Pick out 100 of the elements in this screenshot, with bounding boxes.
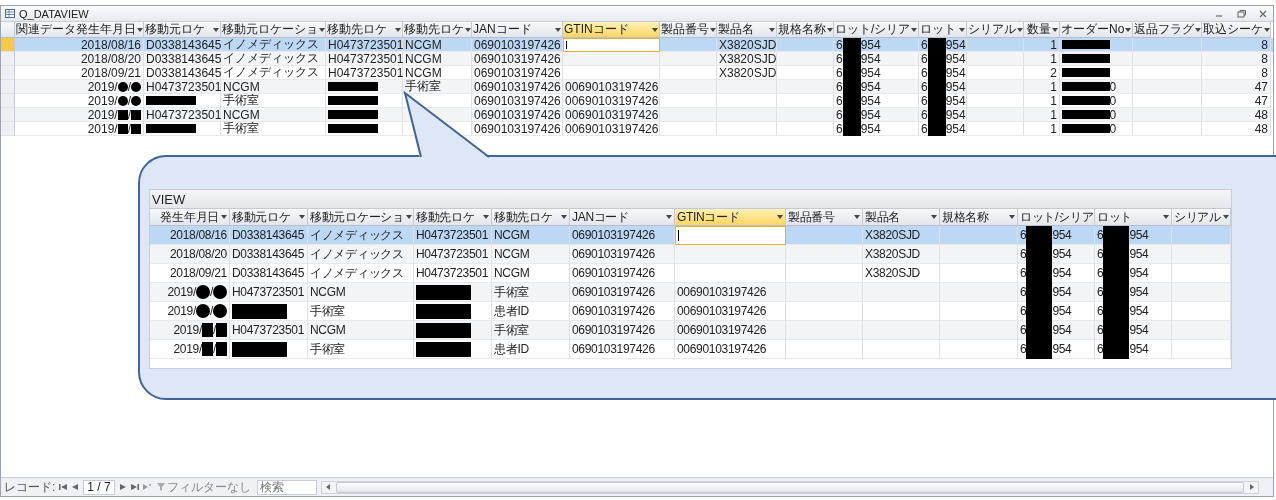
table-row[interactable]: 2018/08/16 D0338143645 イノメディックス H0473723501 NCGM 0690103197426 X3820SJD 6 954 6 954 1 8 bbox=[1, 38, 1273, 52]
scroll-right-icon[interactable] bbox=[1248, 483, 1256, 491]
column-header[interactable]: ロット bbox=[919, 22, 967, 38]
first-record-icon[interactable] bbox=[59, 483, 68, 491]
column-header[interactable]: 移動先ロケ bbox=[414, 209, 492, 226]
table-row[interactable]: 2018/09/21 D0338143645 イノメディックス H0473723501 NCGM 0690103197426 X3820SJD 6 954 6 954 bbox=[150, 264, 1231, 283]
table-row[interactable]: 2019/ / H0473723501 NCGM 0690103197426 00690103197426 6 954 6 954 1 0 48 bbox=[1, 108, 1273, 122]
dropdown-arrow-icon[interactable] bbox=[1017, 27, 1023, 32]
dropdown-arrow-icon[interactable] bbox=[555, 27, 561, 32]
dropdown-arrow-icon[interactable] bbox=[854, 215, 860, 219]
table-row[interactable]: 2019/ / 手術室 0690103197426 00690103197426 6 954 6 954 1 0 47 bbox=[1, 94, 1273, 108]
dropdown-arrow-icon[interactable] bbox=[931, 215, 937, 219]
column-header[interactable]: ロット/シリア bbox=[834, 22, 919, 38]
column-header[interactable]: 移動先ロケ bbox=[403, 22, 472, 38]
redaction-block bbox=[232, 341, 287, 357]
edit-field[interactable] bbox=[563, 38, 660, 52]
column-header[interactable]: 取込シーケ bbox=[1202, 22, 1271, 38]
dropdown-arrow-icon[interactable] bbox=[405, 215, 412, 219]
table-row[interactable]: 2018/08/20 D0338143645 イノメディックス H0473723501 NCGM 0690103197426 X3820SJD 6 954 6 954 1 8 bbox=[1, 52, 1273, 66]
dropdown-arrow-icon[interactable] bbox=[561, 215, 567, 219]
column-header[interactable]: ロット bbox=[1095, 209, 1172, 226]
cell-text: 954 bbox=[1129, 285, 1149, 299]
cell-text: 2019/ bbox=[87, 93, 118, 108]
dropdown-arrow-icon[interactable] bbox=[827, 27, 833, 32]
dropdown-arrow-icon[interactable] bbox=[1052, 27, 1058, 32]
column-header[interactable]: 製品名 bbox=[717, 22, 777, 38]
dropdown-arrow-icon[interactable] bbox=[395, 27, 401, 32]
column-header[interactable]: ロット/シリア bbox=[1018, 209, 1095, 226]
dropdown-arrow-icon[interactable] bbox=[137, 27, 143, 32]
column-header[interactable]: 移動先ロケ bbox=[326, 22, 403, 38]
dropdown-arrow-icon[interactable] bbox=[666, 215, 672, 219]
dropdown-arrow-icon[interactable] bbox=[959, 27, 965, 32]
dropdown-arrow-icon[interactable] bbox=[299, 215, 305, 219]
previous-record-icon[interactable] bbox=[71, 483, 80, 491]
column-header[interactable]: シリアル bbox=[967, 22, 1024, 38]
dropdown-arrow-icon[interactable] bbox=[1125, 27, 1132, 32]
search-field[interactable]: 検索 bbox=[256, 479, 317, 495]
dropdown-arrow-icon[interactable] bbox=[1009, 215, 1015, 219]
restore-icon[interactable] bbox=[1235, 8, 1247, 19]
record-position-field[interactable]: 1 / 7 bbox=[83, 479, 115, 495]
dropdown-arrow-icon[interactable] bbox=[465, 27, 471, 32]
dropdown-arrow-icon[interactable] bbox=[710, 27, 716, 32]
cell-text: 954 bbox=[1129, 304, 1149, 318]
table-row[interactable]: 2019/ / 手術室 患者ID 0690103197426 00690103197426 6 954 6 954 bbox=[150, 340, 1231, 359]
column-header[interactable]: 発生年月日 bbox=[150, 209, 230, 226]
column-header[interactable]: 移動先ロケ bbox=[492, 209, 570, 226]
dropdown-arrow-icon[interactable] bbox=[777, 215, 783, 219]
dropdown-arrow-icon[interactable] bbox=[319, 27, 325, 32]
last-record-icon[interactable] bbox=[130, 483, 139, 491]
column-header[interactable]: 規格名称 bbox=[777, 22, 834, 38]
table-row[interactable]: 2019/ / H0473723501 NCGM 手術室 0690103197426 00690103197426 6 954 6 954 bbox=[150, 321, 1231, 340]
table-row[interactable]: 2019/ / H0473723501 NCGM 手術室 0690103197426 00690103197426 6 954 6 954 1 0 47 bbox=[1, 80, 1273, 94]
table-row[interactable]: 2018/08/16 D0338143645 イノメディックス H0473723501 NCGM 0690103197426 X3820SJD 6 954 6 954 bbox=[150, 226, 1231, 245]
redaction-block bbox=[328, 96, 379, 105]
table-row[interactable]: 2019/ / H0473723501 NCGM 手術室 0690103197426 00690103197426 6 954 6 954 bbox=[150, 283, 1231, 302]
horizontal-scrollbar[interactable] bbox=[320, 480, 1259, 494]
cell-text: 6 bbox=[1020, 304, 1027, 318]
table-row[interactable]: 2018/09/21 D0338143645 イノメディックス H0473723501 NCGM 0690103197426 X3820SJD 6 954 6 954 2 8 bbox=[1, 66, 1273, 80]
cell-text: / bbox=[127, 93, 131, 108]
cell-text: 954 bbox=[945, 107, 966, 122]
cell-text: 954 bbox=[1129, 342, 1149, 356]
column-header[interactable]: GTINコード bbox=[675, 209, 786, 226]
edit-field[interactable] bbox=[675, 226, 786, 245]
column-header[interactable]: GTINコード bbox=[563, 22, 660, 38]
column-header[interactable]: 規格名称 bbox=[940, 209, 1018, 226]
dropdown-arrow-icon[interactable] bbox=[1163, 215, 1169, 219]
column-header[interactable]: 製品名 bbox=[863, 209, 940, 226]
column-header[interactable]: 移動元ロケ bbox=[144, 22, 221, 38]
scroll-thumb[interactable] bbox=[335, 481, 1244, 493]
dropdown-arrow-icon[interactable] bbox=[1195, 27, 1201, 32]
table-cell: 患者ID bbox=[492, 340, 570, 359]
column-header[interactable]: 数量 bbox=[1024, 22, 1060, 38]
cell-text: 6 bbox=[836, 79, 843, 94]
dropdown-arrow-icon[interactable] bbox=[221, 215, 227, 219]
dropdown-arrow-icon[interactable] bbox=[1264, 27, 1270, 32]
column-header[interactable]: オーダーNo bbox=[1060, 22, 1133, 38]
dropdown-arrow-icon[interactable] bbox=[652, 27, 658, 32]
dropdown-arrow-icon[interactable] bbox=[911, 27, 918, 32]
cell-text: 6 bbox=[921, 107, 928, 122]
column-header[interactable]: 移動元ロケーショ bbox=[308, 209, 414, 226]
column-header[interactable]: 製品番号 bbox=[786, 209, 863, 226]
table-row[interactable]: 2018/08/20 D0338143645 イノメディックス H0473723501 NCGM 0690103197426 X3820SJD 6 954 6 954 bbox=[150, 245, 1231, 264]
dropdown-arrow-icon[interactable] bbox=[213, 27, 219, 32]
cell-text: 954 bbox=[860, 121, 881, 136]
column-header[interactable]: 製品番号 bbox=[660, 22, 717, 38]
column-header[interactable]: JANコード bbox=[570, 209, 675, 226]
column-header[interactable]: 関連データ発生年月日 bbox=[15, 22, 144, 38]
table-row[interactable]: 2019/ / 手術室 0690103197426 00690103197426 6 954 6 954 1 0 48 bbox=[1, 122, 1273, 136]
column-header[interactable]: 返品フラグ bbox=[1133, 22, 1202, 38]
column-header[interactable]: JANコード bbox=[472, 22, 563, 38]
column-header[interactable]: シリアル bbox=[1172, 209, 1231, 226]
redaction-block bbox=[201, 342, 213, 356]
close-icon[interactable] bbox=[1257, 8, 1269, 19]
dropdown-arrow-icon[interactable] bbox=[1222, 215, 1229, 219]
next-record-icon[interactable] bbox=[118, 483, 127, 491]
dropdown-arrow-icon[interactable] bbox=[483, 215, 489, 219]
column-header[interactable]: 移動元ロケーショ bbox=[221, 22, 326, 38]
dropdown-arrow-icon[interactable] bbox=[769, 27, 775, 32]
column-header[interactable]: 移動元ロケ bbox=[230, 209, 308, 226]
table-row[interactable]: 2019/ / 手術室 患者ID 0690103197426 00690103197426 6 954 6 954 bbox=[150, 302, 1231, 321]
